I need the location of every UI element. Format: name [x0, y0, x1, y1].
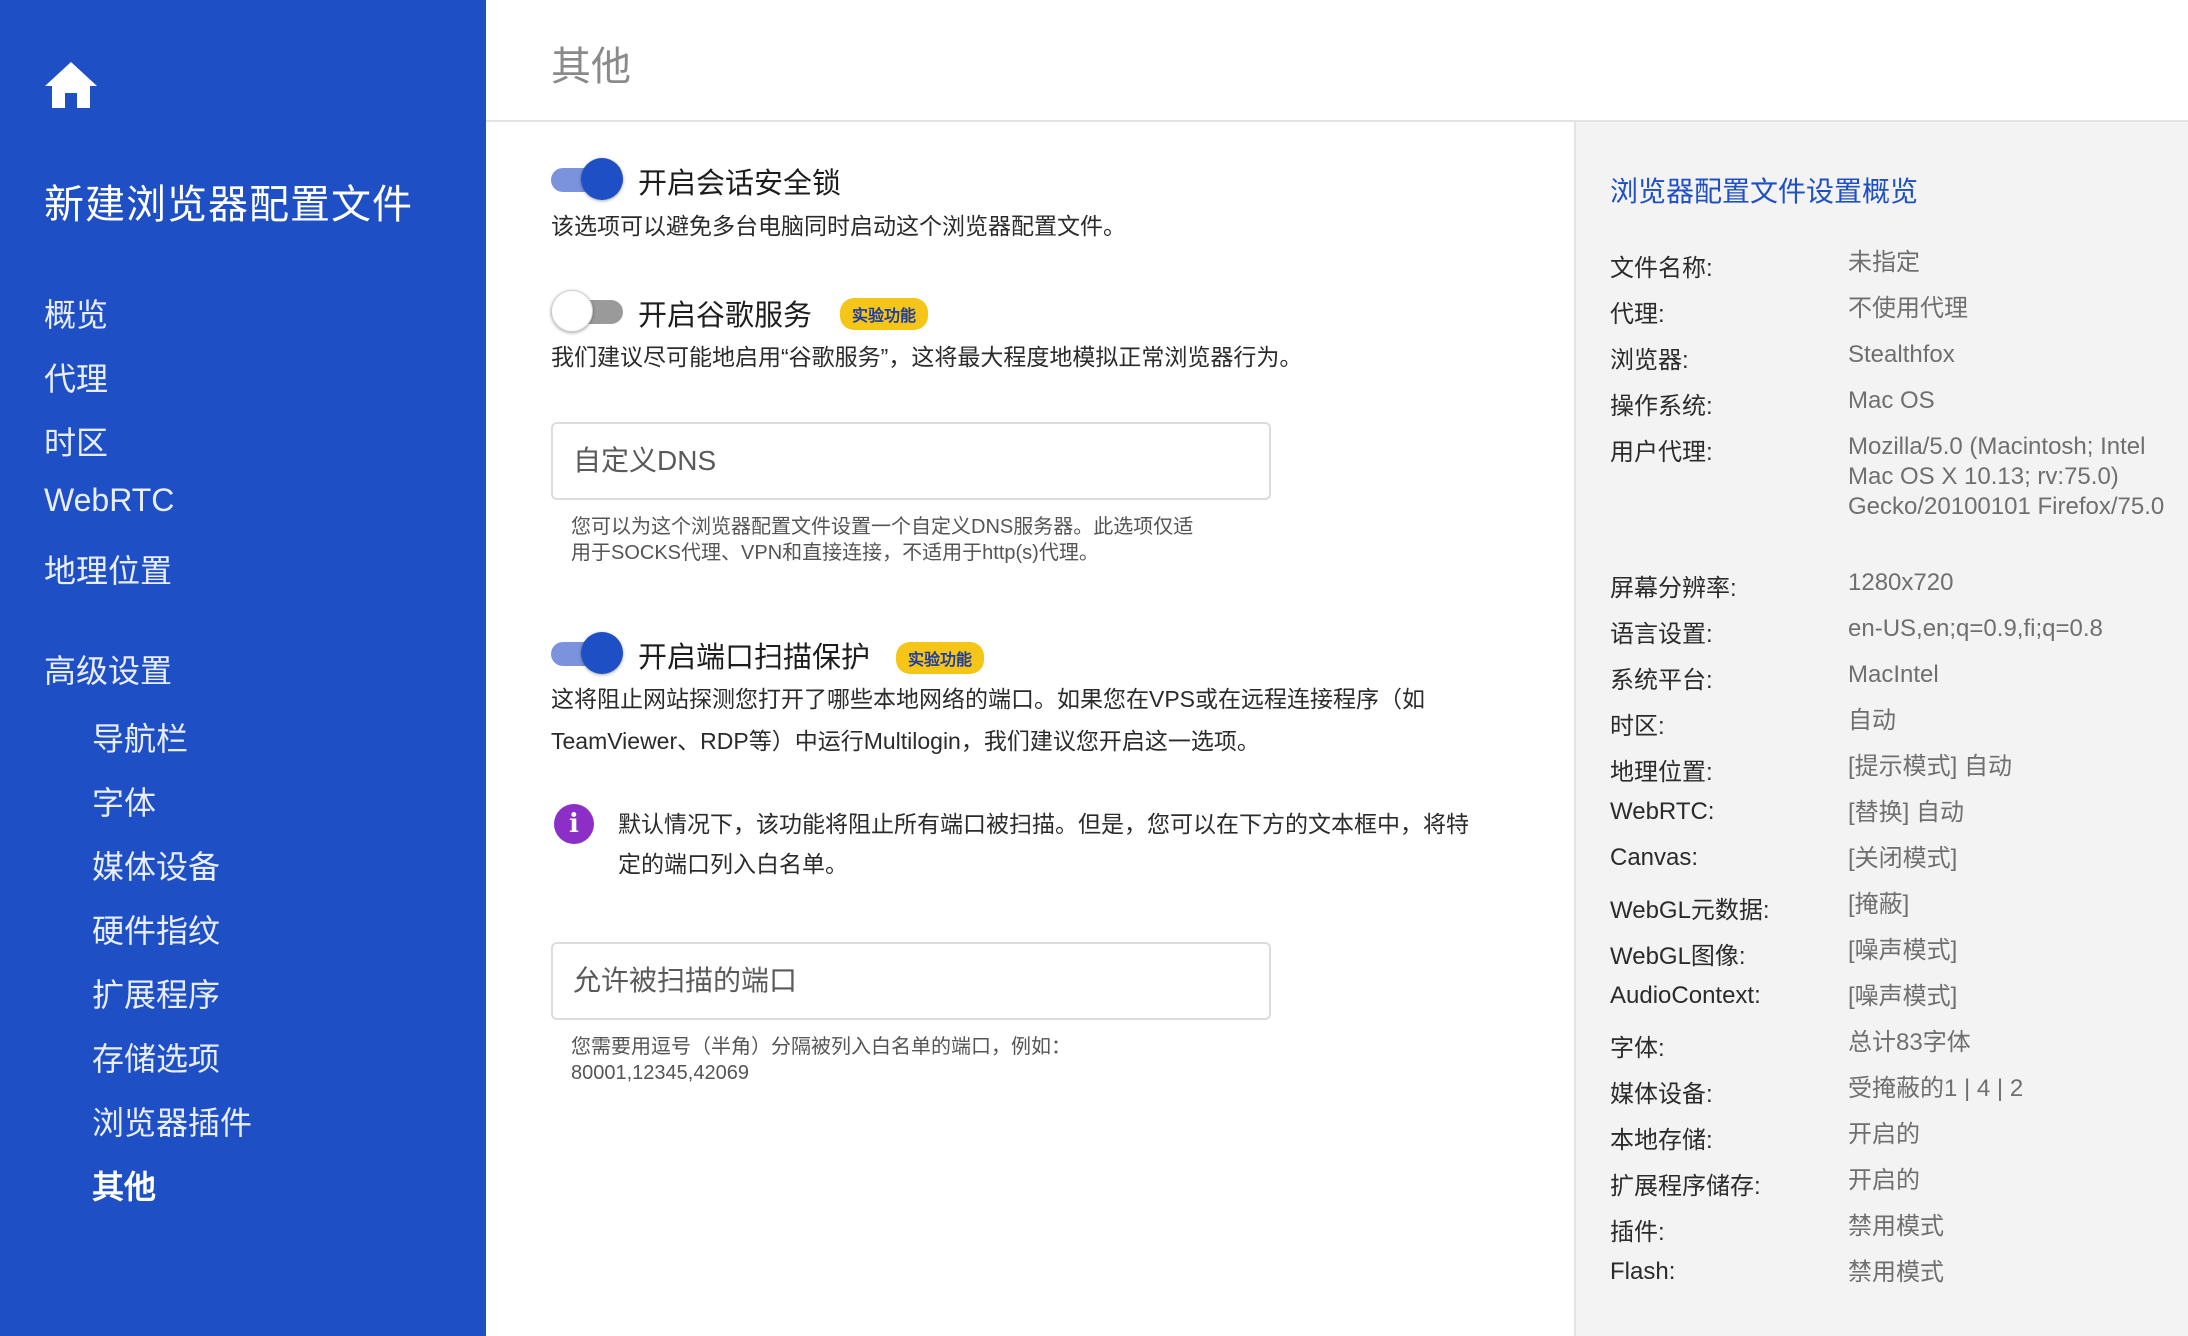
- summary-key: 语言设置:: [1610, 621, 1713, 648]
- summary-key: 用户代理:: [1610, 439, 1713, 466]
- sidebar-item-overview[interactable]: 概览: [44, 290, 108, 336]
- summary-key: WebGL图像:: [1610, 943, 1746, 970]
- summary-key: AudioContext:: [1610, 982, 1761, 1009]
- summary-value: [噪声模式]: [1848, 937, 1958, 964]
- summary-key: 时区:: [1610, 713, 1665, 740]
- summary-key: 屏幕分辨率:: [1610, 575, 1737, 602]
- summary-key: 操作系统:: [1610, 393, 1713, 420]
- port-scan-desc-line: 这将阻止网站探测您打开了哪些本地网络的端口。如果您在VPS或在远程连接程序（如: [551, 686, 1426, 712]
- sidebar-item-plugins[interactable]: 浏览器插件: [92, 1098, 252, 1144]
- summary-key: Canvas:: [1610, 844, 1699, 871]
- google-services-toggle[interactable]: [551, 290, 623, 332]
- port-scan-desc: 这将阻止网站探测您打开了哪些本地网络的端口。如果您在VPS或在远程连接程序（如 …: [551, 678, 1425, 762]
- summary-value: 未指定: [1848, 249, 1920, 276]
- summary-key: 媒体设备:: [1610, 1081, 1713, 1108]
- summary-title: 浏览器配置文件设置概览: [1610, 176, 1919, 207]
- session-lock-label: 开启会话安全锁: [638, 168, 842, 200]
- allowed-ports-input[interactable]: [551, 942, 1271, 1020]
- dns-hint: 您可以为这个浏览器配置文件设置一个自定义DNS服务器。此选项仅适 用于SOCKS…: [571, 514, 1193, 566]
- summary-key: 插件:: [1610, 1219, 1665, 1246]
- sidebar-item-other[interactable]: 其他: [92, 1162, 156, 1208]
- sidebar-item-advanced[interactable]: 高级设置: [44, 646, 172, 692]
- home-icon[interactable]: [43, 60, 99, 110]
- summary-value: 开启的: [1848, 1121, 1920, 1148]
- info-icon: i: [554, 804, 594, 844]
- sidebar-item-extensions[interactable]: 扩展程序: [92, 970, 220, 1016]
- dns-hint-line: 用于SOCKS代理、VPN和直接连接，不适用于http(s)代理。: [571, 542, 1099, 564]
- sidebar-item-navigator[interactable]: 导航栏: [92, 714, 188, 760]
- main-content: 开启会话安全锁 该选项可以避免多台电脑同时启动这个浏览器配置文件。 开启谷歌服务…: [486, 122, 1574, 1336]
- summary-key: WebGL元数据:: [1610, 897, 1770, 924]
- toggle-knob: [551, 290, 593, 332]
- experimental-badge: 实验功能: [840, 298, 929, 330]
- sidebar-item-geolocation[interactable]: 地理位置: [44, 546, 172, 592]
- session-lock-toggle[interactable]: [551, 158, 623, 200]
- sidebar-item-storage[interactable]: 存储选项: [92, 1034, 220, 1080]
- summary-key: 代理:: [1610, 301, 1665, 328]
- summary-key: 字体:: [1610, 1035, 1665, 1062]
- sidebar-item-proxy[interactable]: 代理: [44, 354, 108, 400]
- summary-key: WebRTC:: [1610, 798, 1715, 825]
- sidebar-item-hardware-fingerprint[interactable]: 硬件指纹: [92, 906, 220, 952]
- summary-key: 地理位置:: [1610, 759, 1713, 786]
- summary-key: Flash:: [1610, 1258, 1676, 1285]
- summary-key: 浏览器:: [1610, 347, 1689, 374]
- summary-value: Mac OS: [1848, 387, 1935, 414]
- summary-value: 不使用代理: [1848, 295, 1968, 322]
- info-text: 默认情况下，该功能将阻止所有端口被扫描。但是，您可以在下方的文本框中，将特 定的…: [618, 804, 1538, 884]
- info-text-line: 默认情况下，该功能将阻止所有端口被扫描。但是，您可以在下方的文本框中，将特: [618, 811, 1469, 837]
- summary-value: 总计83字体: [1848, 1029, 1971, 1056]
- summary-key: 文件名称:: [1610, 255, 1713, 282]
- summary-key: 本地存储:: [1610, 1127, 1713, 1154]
- summary-value: MacIntel: [1848, 661, 1939, 688]
- header: 其他: [486, 0, 2188, 122]
- summary-key: 扩展程序储存:: [1610, 1173, 1761, 1200]
- summary-value: Stealthfox: [1848, 341, 1955, 368]
- summary-value: [提示模式] 自动: [1848, 753, 2013, 780]
- toggle-knob: [581, 632, 623, 674]
- ports-hint: 您需要用逗号（半角）分隔被列入白名单的端口，例如： 80001,12345,42…: [571, 1034, 1071, 1086]
- summary-value: en-US,en;q=0.9,fi;q=0.8: [1848, 615, 2103, 642]
- custom-dns-input[interactable]: [551, 422, 1271, 500]
- ports-hint-line: 您需要用逗号（半角）分隔被列入白名单的端口，例如：: [571, 1036, 1071, 1058]
- summary-key: 系统平台:: [1610, 667, 1713, 694]
- page-title: 其他: [551, 45, 631, 89]
- summary-value: 受掩蔽的1 | 4 | 2: [1848, 1075, 2024, 1102]
- port-scan-desc-line: TeamViewer、RDP等）中运行Multilogin，我们建议您开启这一选…: [551, 728, 1260, 754]
- summary-value: 自动: [1848, 707, 1896, 734]
- google-services-label: 开启谷歌服务: [638, 300, 813, 332]
- port-scan-label: 开启端口扫描保护: [638, 642, 871, 674]
- summary-panel: 浏览器配置文件设置概览 文件名称: 未指定 代理: 不使用代理 浏览器: Ste…: [1574, 122, 2188, 1336]
- sidebar: 新建浏览器配置文件 概览 代理 时区 WebRTC 地理位置 高级设置 导航栏 …: [0, 0, 486, 1336]
- summary-value: 禁用模式: [1848, 1259, 1944, 1286]
- experimental-badge: 实验功能: [896, 642, 985, 674]
- summary-value: [掩蔽]: [1848, 891, 1910, 918]
- summary-value: Mozilla/5.0 (Macintosh; Intel Mac OS X 1…: [1848, 433, 2165, 520]
- google-services-desc: 我们建议尽可能地启用“谷歌服务”，这将最大程度地模拟正常浏览器行为。: [551, 344, 1303, 370]
- summary-value: [噪声模式]: [1848, 983, 1958, 1010]
- sidebar-item-timezone[interactable]: 时区: [44, 418, 108, 464]
- sidebar-item-media-devices[interactable]: 媒体设备: [92, 842, 220, 888]
- summary-value: 禁用模式: [1848, 1213, 1944, 1240]
- summary-value: 开启的: [1848, 1167, 1920, 1194]
- summary-value: [关闭模式]: [1848, 845, 1958, 872]
- sidebar-item-webrtc[interactable]: WebRTC: [44, 482, 174, 519]
- summary-value: [替换] 自动: [1848, 799, 1965, 826]
- info-text-line: 定的端口列入白名单。: [618, 851, 848, 877]
- sidebar-item-fonts[interactable]: 字体: [92, 778, 156, 824]
- ports-hint-line: 80001,12345,42069: [571, 1062, 749, 1084]
- summary-value: 1280x720: [1848, 569, 1954, 596]
- dns-hint-line: 您可以为这个浏览器配置文件设置一个自定义DNS服务器。此选项仅适: [571, 516, 1194, 538]
- port-scan-toggle[interactable]: [551, 632, 623, 674]
- session-lock-desc: 该选项可以避免多台电脑同时启动这个浏览器配置文件。: [551, 213, 1126, 239]
- sidebar-title: 新建浏览器配置文件: [44, 183, 413, 227]
- toggle-knob: [581, 158, 623, 200]
